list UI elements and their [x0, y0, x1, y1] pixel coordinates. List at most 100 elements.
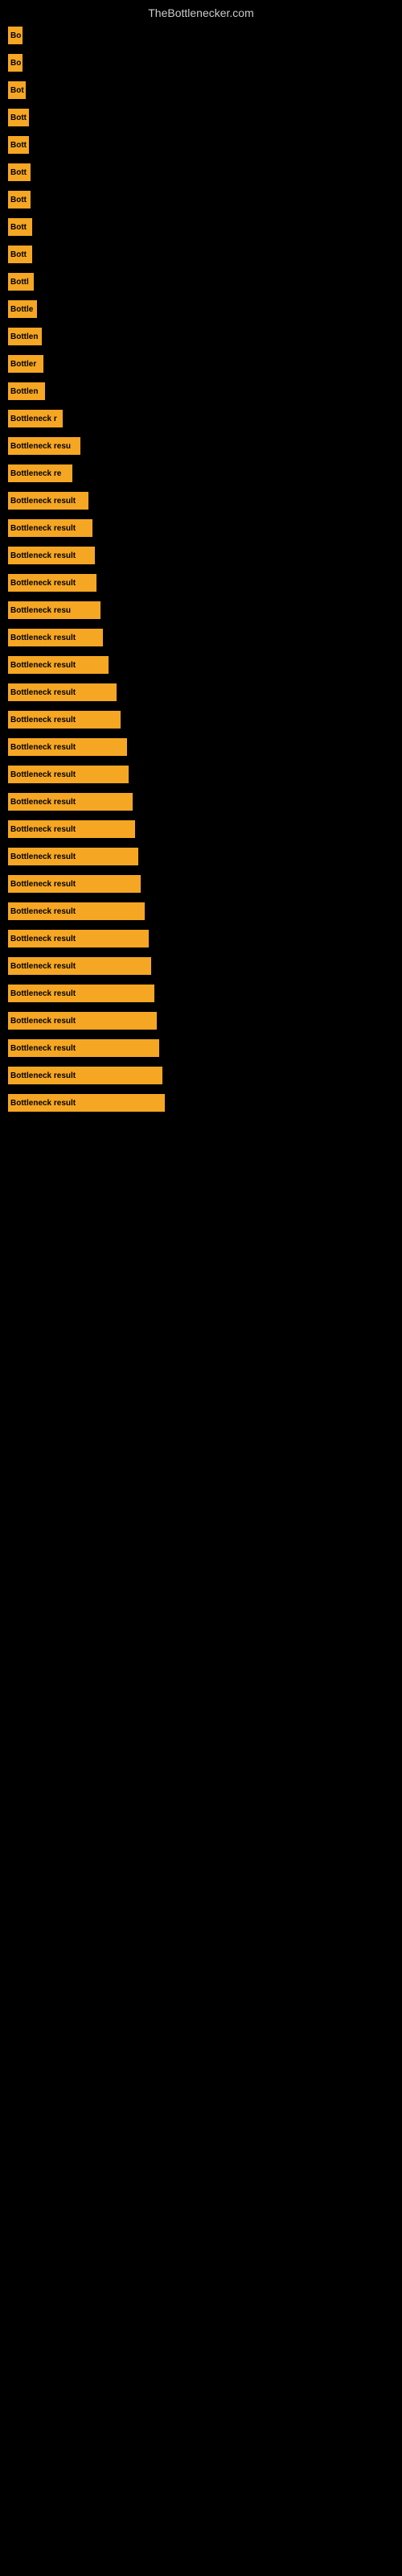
bar-row: Bottleneck result [8, 681, 394, 704]
bar-row: Bottle [8, 298, 394, 320]
bar-item: Bott [8, 163, 31, 181]
bar-row: Bottleneck result [8, 873, 394, 895]
bar-label: Bo [10, 31, 21, 40]
bar-item: Bottleneck result [8, 1067, 162, 1084]
bar-row: Bottleneck result [8, 927, 394, 950]
bar-row: Bott [8, 216, 394, 238]
bar-item: Bott [8, 109, 29, 126]
bar-item: Bottleneck result [8, 738, 127, 756]
bar-item: Bottleneck result [8, 629, 103, 646]
bar-item: Bottleneck result [8, 875, 141, 893]
bar-row: Bottlen [8, 325, 394, 348]
bar-item: Bottleneck result [8, 683, 117, 701]
bar-label: Bottleneck result [10, 688, 76, 697]
bar-label: Bottleneck result [10, 551, 76, 560]
bar-row: Bott [8, 134, 394, 156]
bar-label: Bottleneck result [10, 1044, 76, 1053]
bar-row: Bottleneck result [8, 763, 394, 786]
bar-label: Bottl [10, 278, 29, 287]
bar-item: Bottleneck re [8, 464, 72, 482]
bar-item: Bot [8, 81, 26, 99]
bar-label: Bottleneck result [10, 497, 76, 506]
bar-label: Bottleneck result [10, 935, 76, 943]
bar-row: Bottleneck resu [8, 599, 394, 621]
bar-label: Bottleneck result [10, 825, 76, 834]
bar-label: Bottleneck result [10, 1071, 76, 1080]
bar-label: Bottleneck result [10, 907, 76, 916]
bar-label: Bottleneck result [10, 1017, 76, 1026]
bar-label: Bottlen [10, 332, 38, 341]
bar-row: Bottl [8, 270, 394, 293]
bar-row: Bottleneck result [8, 845, 394, 868]
bar-item: Bottleneck result [8, 848, 138, 865]
bar-item: Bottleneck result [8, 492, 88, 510]
bar-row: Bottleneck result [8, 708, 394, 731]
bar-item: Bottleneck result [8, 957, 151, 975]
bar-label: Bottleneck result [10, 962, 76, 971]
bar-label: Bott [10, 141, 27, 150]
bar-row: Bottleneck result [8, 982, 394, 1005]
bar-item: Bottleneck result [8, 793, 133, 811]
bar-row: Bottleneck result [8, 544, 394, 567]
bar-row: Bottleneck result [8, 955, 394, 977]
bar-row: Bottleneck result [8, 1037, 394, 1059]
bar-label: Bottleneck resu [10, 442, 71, 451]
bar-label: Bottleneck result [10, 989, 76, 998]
bar-row: Bottlen [8, 380, 394, 402]
bar-label: Bottleneck result [10, 770, 76, 779]
bar-row: Bottleneck result [8, 1009, 394, 1032]
bar-row: Bottleneck result [8, 626, 394, 649]
bar-item: Bott [8, 218, 32, 236]
bar-label: Bottleneck result [10, 524, 76, 533]
bar-row: Bottler [8, 353, 394, 375]
bar-row: Bottleneck re [8, 462, 394, 485]
bars-container: Bo Bo Bot Bott Bott Bott Bott Bott Bott Bottl Bott… [0, 24, 402, 1119]
bar-item: Bottleneck result [8, 985, 154, 1002]
bar-label: Bott [10, 114, 27, 122]
bar-label: Bottleneck result [10, 852, 76, 861]
bar-item: Bottleneck result [8, 930, 149, 947]
bar-label: Bottleneck result [10, 634, 76, 642]
bar-item: Bottleneck result [8, 902, 145, 920]
bar-item: Bott [8, 246, 32, 263]
bar-item: Bott [8, 191, 31, 208]
bar-row: Bo [8, 52, 394, 74]
bar-item: Bottlen [8, 382, 45, 400]
bar-item: Bottleneck result [8, 711, 121, 729]
bar-label: Bottleneck re [10, 469, 61, 478]
bar-row: Bottleneck resu [8, 435, 394, 457]
bar-label: Bott [10, 250, 27, 259]
bar-label: Bott [10, 196, 27, 204]
bar-label: Bottleneck resu [10, 606, 71, 615]
bar-label: Bottleneck r [10, 415, 57, 423]
bar-row: Bottleneck result [8, 1092, 394, 1114]
bar-row: Bottleneck r [8, 407, 394, 430]
bar-item: Bottl [8, 273, 34, 291]
bar-row: Bot [8, 79, 394, 101]
bar-label: Bottleneck result [10, 579, 76, 588]
bar-label: Bott [10, 168, 27, 177]
bar-item: Bott [8, 136, 29, 154]
bar-item: Bottlen [8, 328, 42, 345]
bar-item: Bottleneck resu [8, 437, 80, 455]
bar-row: Bo [8, 24, 394, 47]
bar-label: Bottleneck result [10, 880, 76, 889]
bar-item: Bo [8, 54, 23, 72]
bar-item: Bottleneck resu [8, 601, 100, 619]
bar-item: Bottleneck result [8, 820, 135, 838]
bar-label: Bottleneck result [10, 661, 76, 670]
bar-row: Bottleneck result [8, 1064, 394, 1087]
bar-row: Bott [8, 243, 394, 266]
bar-item: Bo [8, 27, 23, 44]
bar-row: Bott [8, 161, 394, 184]
bar-item: Bottleneck result [8, 1039, 159, 1057]
bar-label: Bottleneck result [10, 743, 76, 752]
bar-label: Bottler [10, 360, 36, 369]
bar-row: Bottleneck result [8, 736, 394, 758]
bar-item: Bottleneck result [8, 1094, 165, 1112]
bar-item: Bottleneck result [8, 574, 96, 592]
bar-label: Bottleneck result [10, 798, 76, 807]
bar-row: Bottleneck result [8, 572, 394, 594]
bar-label: Bottlen [10, 387, 38, 396]
bar-item: Bottleneck result [8, 656, 109, 674]
